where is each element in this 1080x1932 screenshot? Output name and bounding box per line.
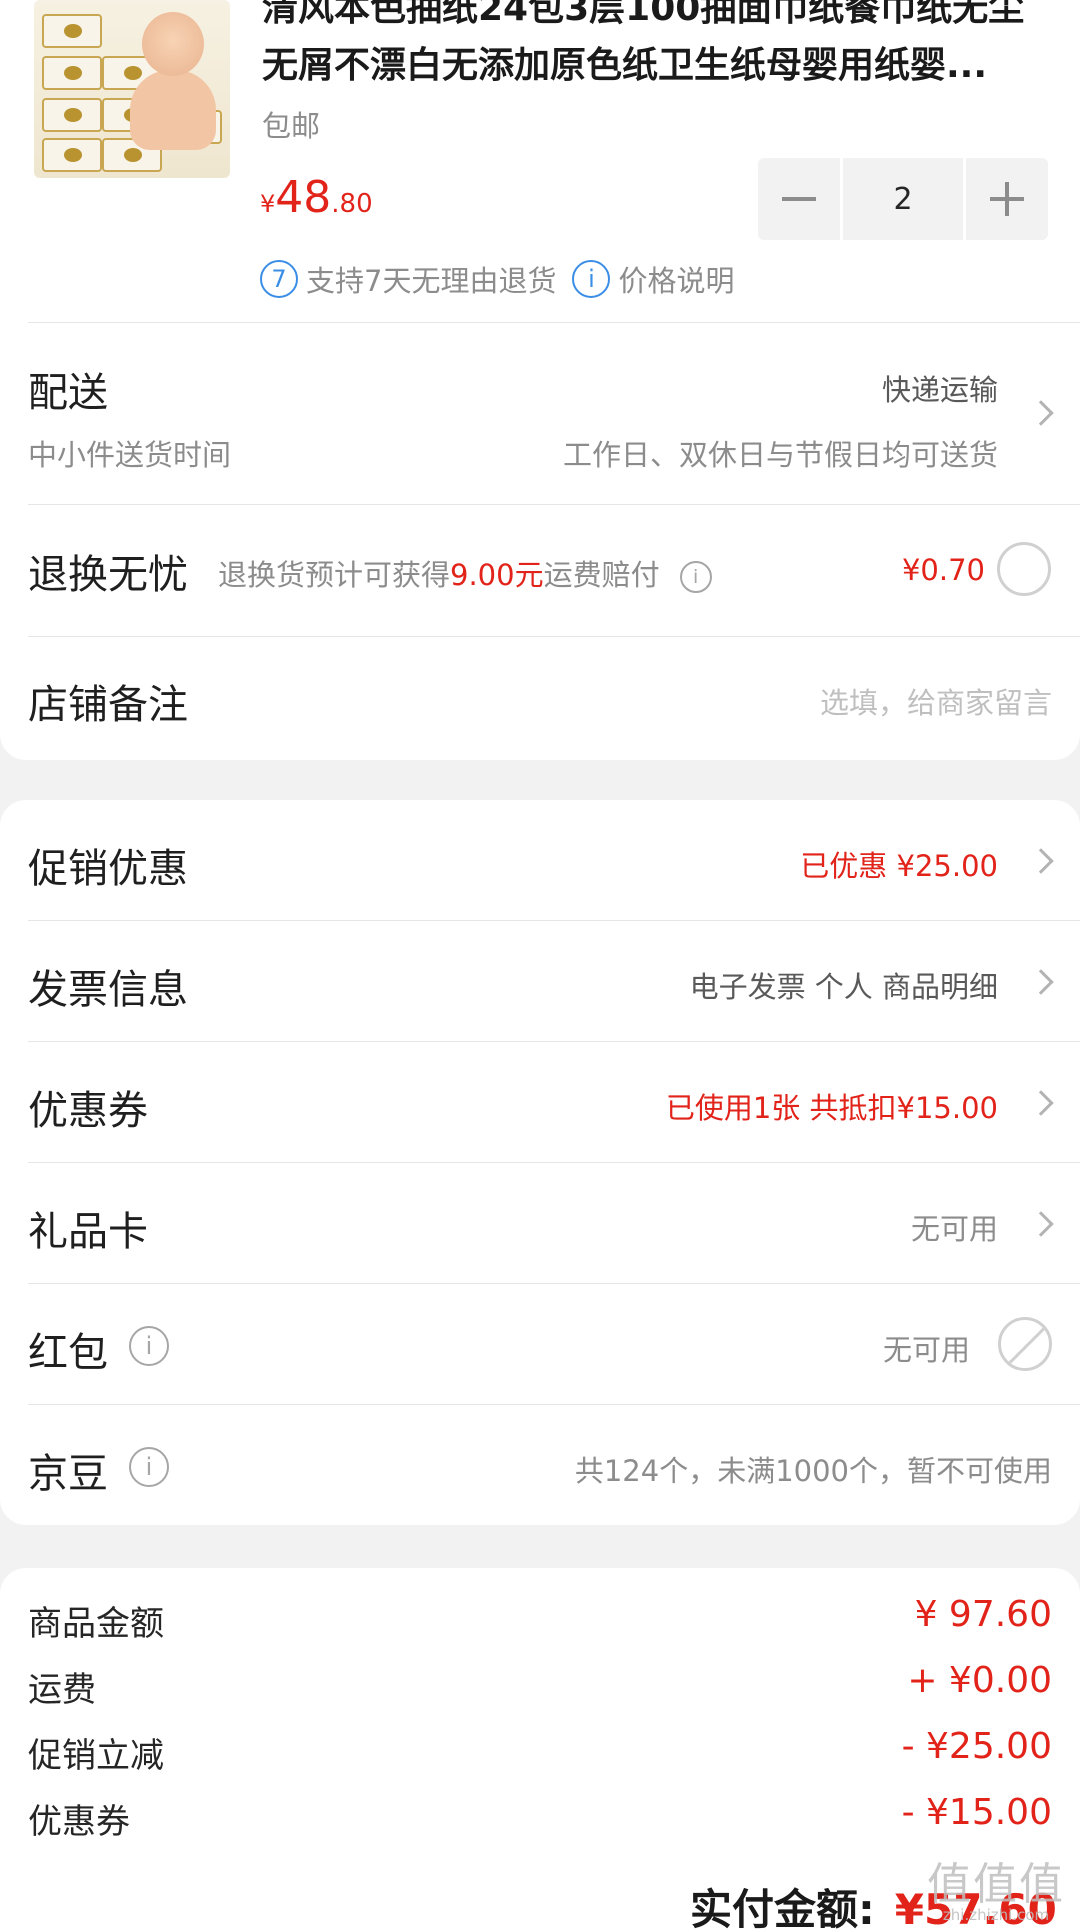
return-desc-suffix: 运费赔付 <box>543 558 660 592</box>
decrease-quantity-button[interactable] <box>758 158 840 240</box>
delivery-time-value: 工作日、双休日与节假日均可送货 <box>562 438 998 472</box>
product-title[interactable]: 清风本色抽纸24包3层100抽面巾纸餐巾纸无尘 无屑不漂白无添加原色纸卫生纸母婴… <box>262 0 1062 94</box>
chevron-right-icon <box>1028 1211 1054 1237</box>
store-note-title: 店铺备注 <box>28 682 188 728</box>
product-title-line1: 清风本色抽纸24包3层100抽面巾纸餐巾纸无尘 <box>262 0 1025 29</box>
discount-card: 促销优惠 已优惠 ¥25.00 发票信息 电子发票 个人 商品明细 优惠券 已使… <box>0 800 1080 1525</box>
product-image[interactable] <box>34 0 230 178</box>
return-worry-free-price: ¥0.70 <box>901 553 985 587</box>
divider <box>28 920 1080 921</box>
summary-value-promo: - ¥25.00 <box>901 1726 1052 1767</box>
jingdou-value: 共124个，未满1000个，暂不可使用 <box>574 1454 1052 1488</box>
shipping-tag: 包邮 <box>262 109 321 143</box>
return-desc-amount: 9.00元 <box>450 558 544 592</box>
invoice-title: 发票信息 <box>28 967 188 1013</box>
return-worry-free-radio[interactable] <box>997 542 1051 596</box>
disabled-icon <box>998 1317 1052 1371</box>
watermark-sub: zhi.zhizhi.com <box>942 1906 1050 1924</box>
summary-label-goods: 商品金额 <box>28 1604 164 1644</box>
store-note-input[interactable]: 选填，给商家留言 <box>820 680 1052 722</box>
gift-card-value: 无可用 <box>910 1212 998 1246</box>
product-price: ¥48.80 <box>260 172 373 223</box>
watermark-glyphs: 值值值 <box>927 1859 1065 1910</box>
summary-label-shipping: 运费 <box>28 1670 96 1710</box>
divider <box>28 636 1080 637</box>
red-packet-title: 红包 <box>28 1330 108 1376</box>
info-icon[interactable]: i <box>679 561 712 593</box>
return-worry-free-desc: 退换货预计可获得9.00元运费赔付 i <box>218 552 712 594</box>
product-card: 清风本色抽纸24包3层100抽面巾纸餐巾纸无尘 无屑不漂白无添加原色纸卫生纸母婴… <box>0 0 1080 760</box>
divider <box>28 1162 1080 1163</box>
service-row: 7 支持7天无理由退货 i 价格说明 <box>260 258 734 300</box>
divider <box>28 504 1080 505</box>
price-note-link[interactable]: 价格说明 <box>618 258 734 300</box>
delivery-time-label: 中小件送货时间 <box>28 438 232 472</box>
price-decimal: .80 <box>331 189 373 219</box>
total-label: 实付金额: <box>690 1885 875 1932</box>
summary-value-goods: ¥ 97.60 <box>914 1594 1052 1635</box>
red-packet-value: 无可用 <box>882 1333 970 1367</box>
summary-value-coupon: - ¥15.00 <box>901 1792 1052 1833</box>
delivery-method: 快递运输 <box>881 373 998 407</box>
chevron-right-icon <box>1028 969 1054 995</box>
summary-value-shipping: + ¥0.00 <box>907 1660 1052 1701</box>
summary-label-coupon: 优惠券 <box>28 1802 130 1842</box>
jingdou-title: 京豆 <box>28 1451 108 1497</box>
divider <box>28 1283 1080 1284</box>
divider <box>28 1041 1080 1042</box>
summary-label-promo: 促销立减 <box>28 1736 164 1776</box>
coupon-title: 优惠券 <box>28 1088 148 1134</box>
coupon-value: 已使用1张 共抵扣¥15.00 <box>665 1091 998 1125</box>
red-packet-info-icon[interactable]: i <box>129 1326 169 1366</box>
minus-icon <box>782 197 816 201</box>
quantity-input[interactable]: 2 <box>843 158 963 240</box>
invoice-value: 电子发票 个人 商品明细 <box>689 970 998 1004</box>
increase-quantity-button[interactable] <box>966 158 1048 240</box>
promotion-title: 促销优惠 <box>28 846 188 892</box>
seven-day-return-icon: 7 <box>260 260 298 298</box>
product-title-line2: 无屑不漂白无添加原色纸卫生纸母婴用纸婴... <box>262 45 988 86</box>
quantity-stepper: 2 <box>758 158 1048 240</box>
return-worry-free-title: 退换无忧 <box>28 552 188 598</box>
watermark-logo: 值值值 zhi.zhizhi.com <box>926 1848 1066 1932</box>
return-desc-prefix: 退换货预计可获得 <box>218 558 451 592</box>
promotion-value: 已优惠 ¥25.00 <box>800 849 998 883</box>
plus-icon <box>990 182 1024 216</box>
seven-day-return-text[interactable]: 支持7天无理由退货 <box>306 258 556 300</box>
price-info-icon: i <box>572 260 611 298</box>
price-integer: 48 <box>275 172 332 223</box>
gift-card-title: 礼品卡 <box>28 1209 148 1255</box>
chevron-right-icon <box>1028 1090 1054 1116</box>
price-symbol: ¥ <box>260 190 276 218</box>
divider <box>28 322 1080 323</box>
chevron-right-icon <box>1028 848 1054 874</box>
delivery-title: 配送 <box>28 370 108 416</box>
jingdou-info-icon[interactable]: i <box>129 1447 169 1487</box>
divider <box>28 1404 1080 1405</box>
chevron-right-icon <box>1028 400 1054 426</box>
